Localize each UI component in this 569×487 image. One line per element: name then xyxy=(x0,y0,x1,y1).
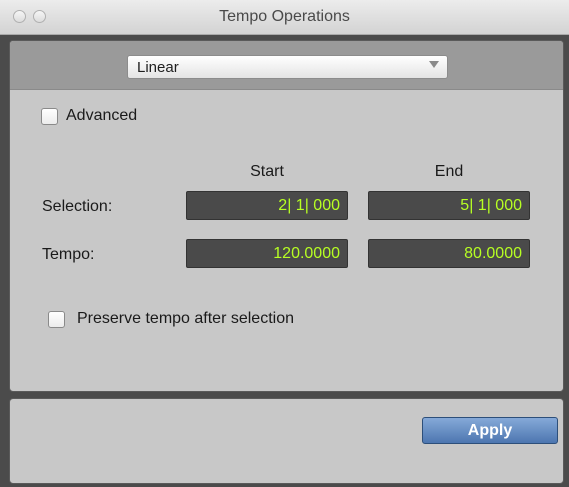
preserve-tempo-label: Preserve tempo after selection xyxy=(77,310,294,327)
tempo-label: Tempo: xyxy=(42,246,95,263)
window-title: Tempo Operations xyxy=(219,8,350,25)
advanced-label: Advanced xyxy=(66,107,138,124)
mode-header: Linear xyxy=(10,41,563,90)
main-panel: Linear Advanced Start End Selection: 2| … xyxy=(9,40,564,392)
tempo-start-field[interactable]: 120.0000 xyxy=(186,239,348,268)
selection-start-field[interactable]: 2| 1| 000 xyxy=(186,191,348,220)
end-column-header: End xyxy=(434,163,464,180)
advanced-checkbox[interactable] xyxy=(41,108,58,125)
preserve-tempo-checkbox[interactable] xyxy=(48,311,65,328)
action-panel: Apply xyxy=(9,398,564,484)
apply-button[interactable]: Apply xyxy=(422,417,558,444)
mode-dropdown[interactable]: Linear xyxy=(127,55,448,79)
selection-label: Selection: xyxy=(42,198,113,215)
tempo-operations-window: Tempo Operations Linear Advanced Start E… xyxy=(0,0,569,487)
selection-end-field[interactable]: 5| 1| 000 xyxy=(368,191,530,220)
chevron-down-icon xyxy=(429,61,439,68)
tempo-end-field[interactable]: 80.0000 xyxy=(368,239,530,268)
mode-dropdown-value: Linear xyxy=(137,59,179,76)
start-column-header: Start xyxy=(250,163,284,180)
titlebar[interactable]: Tempo Operations xyxy=(0,0,569,35)
